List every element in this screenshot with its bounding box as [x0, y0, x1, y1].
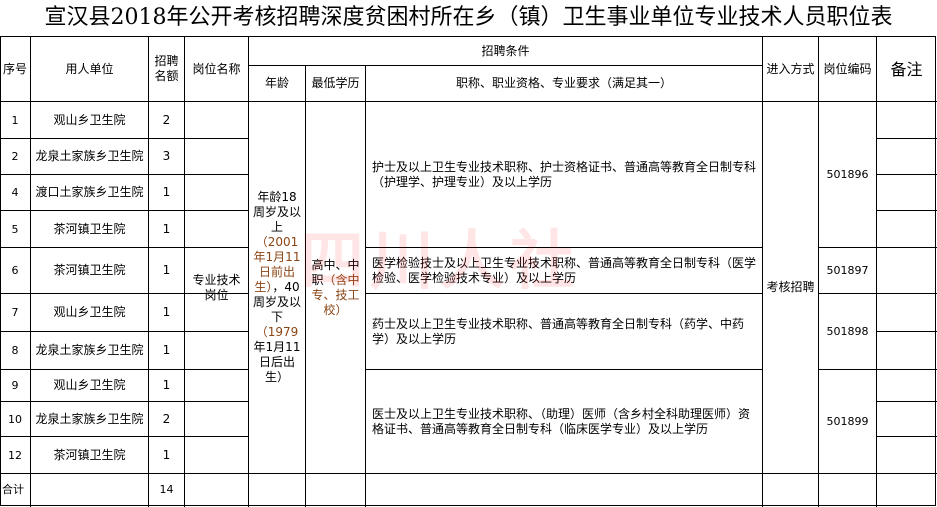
row-seq: 1	[11, 113, 19, 127]
requirement-pharmacy: 药士及以上卫生专业技术职称、普通高等教育全日制专科（药学、中药学）及以上学历	[372, 316, 745, 346]
row-count: 1	[162, 305, 171, 319]
row-count: 1	[162, 343, 171, 357]
row-count: 1	[162, 447, 171, 462]
row-count: 1	[162, 221, 171, 236]
row-seq: 4	[11, 186, 19, 199]
header-conditions: 招聘条件	[481, 43, 530, 58]
row-unit: 观山乡卫生院	[53, 378, 126, 392]
row-count: 1	[162, 263, 171, 277]
header-remark: 备注	[890, 59, 923, 79]
header-post: 岗位名称	[192, 61, 241, 76]
total-label: 合计	[2, 483, 24, 496]
row-unit: 观山乡卫生院	[53, 305, 126, 319]
requirement-clinical: 医士及以上卫生专业技术职称、（助理）医师（含乡村全科助理医师）资格证书、普通高等…	[372, 406, 751, 436]
row-unit: 茶河镇卫生院	[53, 447, 126, 462]
row-seq: 8	[11, 344, 19, 357]
row-seq: 2	[11, 150, 19, 163]
header-seq: 序号	[2, 61, 27, 76]
row-unit: 茶河镇卫生院	[53, 263, 126, 277]
row-unit: 龙泉土家族乡卫生院	[35, 343, 144, 357]
header-unit: 用人单位	[65, 61, 114, 76]
age-text-1: 年龄18周岁及以上	[252, 190, 301, 234]
row-seq: 9	[11, 379, 19, 392]
row-count: 1	[162, 378, 171, 392]
header-count: 招聘名额	[154, 54, 179, 83]
row-unit: 龙泉土家族乡卫生院	[35, 149, 144, 163]
header-age: 年龄	[264, 76, 289, 90]
age-text-5: 年1月11日后出生）	[253, 340, 301, 384]
row-count: 3	[162, 149, 171, 163]
row-seq: 5	[11, 222, 19, 236]
age-requirement: 年龄18周岁及以上（2001年1月11日前出生），40周岁及以下（1979年1月…	[249, 102, 305, 473]
post-code-2: 501897	[826, 264, 869, 277]
row-count: 1	[162, 185, 171, 199]
row-count: 2	[162, 112, 171, 127]
total-count: 14	[159, 483, 174, 496]
row-seq: 7	[11, 306, 19, 319]
row-seq: 10	[8, 412, 22, 426]
age-text-4: （1979	[255, 325, 299, 339]
row-count: 2	[162, 411, 171, 426]
header-qual: 职称、职业资格、专业要求（满足其一）	[455, 76, 672, 90]
row-unit: 茶河镇卫生院	[53, 221, 126, 236]
post-code-3: 501898	[826, 325, 869, 338]
post-code-4: 501899	[826, 415, 869, 428]
row-unit: 龙泉土家族乡卫生院	[35, 411, 144, 426]
post-code-1: 501896	[826, 168, 869, 181]
watermark: 四川人社	[300, 225, 580, 299]
row-unit: 观山乡卫生院	[53, 112, 126, 127]
page-title: 宣汉县2018年公开考核招聘深度贫困村所在乡（镇）卫生事业单位专业技术人员职位表	[44, 5, 893, 30]
row-seq: 6	[11, 264, 19, 277]
header-code: 岗位编码	[823, 61, 872, 76]
header-method: 进入方式	[766, 61, 815, 76]
header-edu: 最低学历	[311, 76, 360, 90]
row-unit: 渡口土家族乡卫生院	[35, 185, 144, 199]
post-name: 专业技术岗位	[192, 272, 241, 302]
row-seq: 12	[8, 448, 22, 462]
entry-method: 考核招聘	[766, 280, 815, 294]
